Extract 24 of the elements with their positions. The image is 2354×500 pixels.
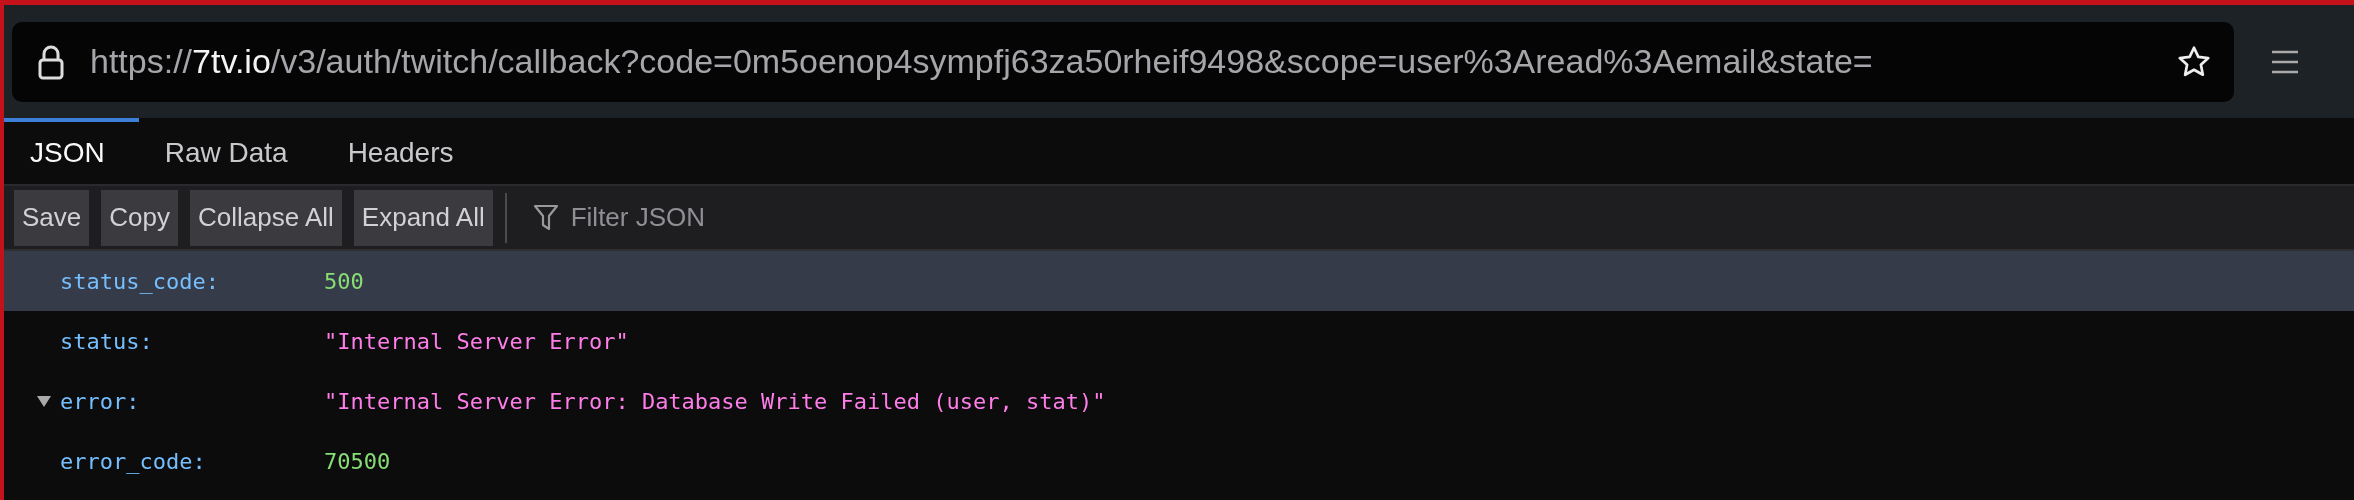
json-value: "Internal Server Error" (324, 328, 629, 354)
json-row[interactable]: error_code: 70500 (4, 431, 2354, 491)
json-value: 70500 (324, 448, 391, 474)
filter-field[interactable]: Filter JSON (568, 201, 969, 234)
json-key: status: (60, 328, 324, 354)
filter-icon (532, 203, 559, 232)
json-row[interactable]: error: "Internal Server Error: Database Write Failed (user, stat)" (4, 371, 2354, 431)
json-value: 500 (324, 268, 364, 294)
json-key: error: (60, 388, 324, 414)
url-text: https://7tv.io/v3/auth/twitch/callback?code=0m5oenop4sympfj63za50rheif9498&scope=user%3Aread%3Aemail&state= (90, 42, 1874, 81)
toolbar-button[interactable]: Copy (101, 189, 178, 246)
address-bar[interactable]: https://7tv.io/v3/auth/twitch/callback?code=0m5oenop4sympfj63za50rheif9498&scope=user%3Aread%3Aemail&state= (12, 21, 2234, 102)
tab[interactable]: Headers (321, 118, 488, 184)
json-value: "Internal Server Error: Database Write Failed (user, stat)" (324, 388, 1106, 414)
toolbar-button[interactable]: Collapse All (189, 189, 342, 246)
lock-icon (38, 43, 64, 80)
json-row[interactable]: status: "Internal Server Error" (4, 311, 2354, 371)
caret-icon[interactable] (36, 394, 52, 408)
json-row[interactable]: status_code: 500 (4, 251, 2354, 311)
toolbar-button[interactable]: Save (14, 189, 90, 246)
toolbar-button[interactable]: Expand All (353, 189, 493, 246)
tab[interactable]: Raw Data (138, 118, 322, 184)
json-key: status_code: (60, 268, 324, 294)
json-key: error_code: (60, 448, 324, 474)
